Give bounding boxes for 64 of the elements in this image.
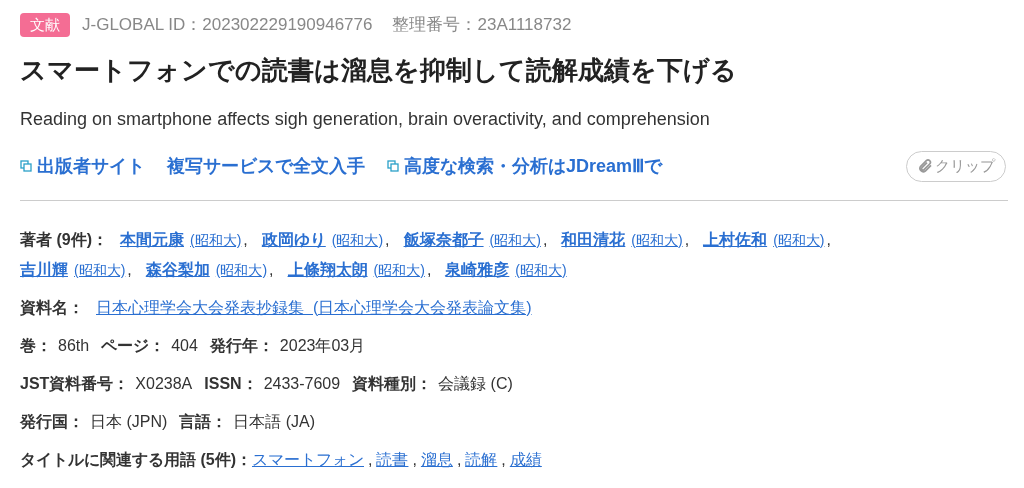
field-value: 日本 (JPN) [90,411,168,432]
author-link[interactable]: 飯塚奈都子 [403,224,484,255]
english-title: Reading on smartphone affects sigh generation, brain overactivity, and comprehension [20,108,711,131]
id-text: J-GLOBAL ID：202302229190946776 [82,14,373,36]
affiliation-link[interactable]: (昭和大) [74,254,126,285]
affiliation-link[interactable]: (昭和大) [331,224,384,255]
field-value: X0238A [135,373,193,394]
affiliation-link[interactable]: (昭和大) [190,224,242,255]
link[interactable]: 高度な検索・分析はJDreamⅢで [387,152,663,180]
paperclip-icon [917,158,933,175]
term-link[interactable]: 成績 [509,444,542,475]
term-link[interactable]: 読書 [376,444,409,475]
document-badge: 文献 [20,12,70,37]
separator: , [368,449,373,470]
separator: , [243,229,248,250]
author-link[interactable]: 吉川輝 [20,254,68,285]
field-value: 2433-7609 [263,373,341,394]
field-label: ISSN： [204,373,258,394]
author-link[interactable]: 政岡ゆり [261,224,326,255]
author-link[interactable]: 上村佐和 [703,224,768,255]
term-link[interactable]: 溜息 [420,444,453,475]
reference-number: 整理番号：23A1118732 [392,14,572,36]
affiliation-link[interactable]: (昭和大) [215,254,268,285]
separator: , [501,449,506,470]
author-link[interactable]: 森谷梨加 [145,254,210,285]
author-link[interactable]: 本間元康 [120,224,184,255]
affiliation-link[interactable]: (昭和大) [373,254,425,285]
field-label: 発行国： [20,411,84,432]
field-value: 日本語 (JA) [233,411,316,432]
terms-label: タイトルに関連する用語 (5件)： [20,449,252,470]
field-value: 86th [58,335,90,356]
field-label: 言語： [179,411,228,432]
field-label: JST資料番号： [20,373,130,394]
author-link[interactable]: 和田清花 [561,224,626,255]
field-label: 資料種別： [352,373,433,394]
author-link[interactable]: 泉崎雅彦 [445,254,510,285]
term-link[interactable]: 読解 [465,444,498,475]
separator: , [542,229,548,250]
separator: , [826,229,831,250]
affiliation-link[interactable]: (昭和大) [489,224,541,255]
authors-label: 著者 (9件)： [20,229,108,250]
field-value: 2023年03月 [279,335,366,356]
separator: , [456,449,462,470]
author-link[interactable]: 上條翔太朗 [287,254,368,285]
field-label: 発行年： [209,335,274,356]
separator: , [269,259,274,280]
source-label: 資料名： [20,297,84,318]
link[interactable]: 出版者サイト [20,152,145,180]
separator: , [127,259,132,280]
source-link[interactable]: 日本心理学会大会発表抄録集 (日本心理学会大会発表論文集) [96,292,532,323]
field-label: 巻： [20,335,52,356]
separator: , [426,259,432,280]
affiliation-link[interactable]: (昭和大) [515,254,567,285]
article-title: スマートフォンでの読書は溜息を抑制して読解成績を下げる [20,53,738,86]
separator: , [412,449,417,470]
affiliation-link[interactable]: (昭和大) [631,224,683,255]
term-link[interactable]: スマートフォン [252,444,364,475]
separator: , [684,229,690,250]
link[interactable]: 複写サービスで全文入手 [167,152,365,180]
field-value: 404 [171,335,198,356]
separator: , [385,229,390,250]
field-value: 会議録 (C) [438,373,513,394]
field-label: ページ： [101,335,166,356]
affiliation-link[interactable]: (昭和大) [773,224,825,255]
